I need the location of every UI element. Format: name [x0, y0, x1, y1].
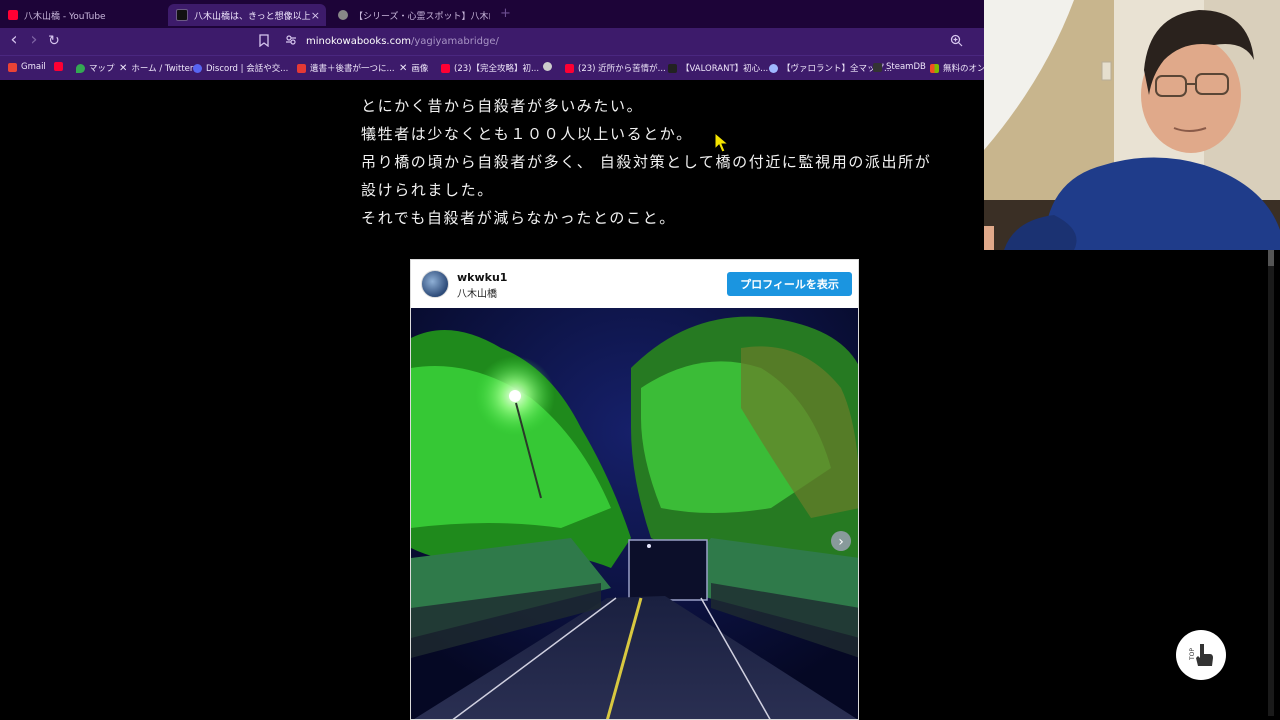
bookmark-valorant[interactable]: 【VALORANT】初心...	[668, 62, 768, 74]
back-icon[interactable]: ‹	[6, 29, 22, 50]
article-line: 設けられました。	[361, 181, 494, 199]
bookmark-gmail[interactable]: Gmail	[8, 62, 46, 72]
valorant-icon	[668, 63, 677, 73]
embed-username[interactable]: wkwku1	[457, 271, 507, 284]
bridge-night-photo: ›	[411, 308, 858, 719]
gmail-icon	[8, 62, 17, 72]
tab-title: 八木山橋は、きっと想像以上だ。 » /	[194, 11, 311, 22]
browser-window: 八木山橋 - YouTube 八木山橋は、きっと想像以上だ。 » / × 【シリ…	[0, 0, 984, 720]
bookmark-images[interactable]: ✕ 画像	[399, 62, 428, 75]
article-line: とにかく昔から自殺者が多いみたい。	[361, 97, 644, 115]
bookmark-twitter[interactable]: ✕ ホーム / Twitter	[119, 62, 193, 75]
tab-title: 【シリーズ・心霊スポット】八木山橋 | ソソ	[354, 11, 490, 22]
webcam-overlay	[984, 0, 1280, 250]
back-to-top-button[interactable]: TOP	[1176, 630, 1226, 680]
bookmark-kujou[interactable]: (23) 近所から苦情が...	[565, 62, 666, 74]
bookmark-kanzen-kouryaku[interactable]: (23)【完全攻略】初...	[441, 62, 539, 74]
reload-icon[interactable]: ↻	[46, 33, 62, 49]
article-line: 吊り橋の頃から自殺者が多く、 自殺対策として橋の付近に監視用の派出所が	[361, 153, 932, 171]
mouse-cursor-icon	[714, 132, 730, 153]
tab-sozo[interactable]: 【シリーズ・心霊スポット】八木山橋 | ソソ	[330, 4, 490, 26]
bookmark-icon[interactable]	[258, 34, 270, 50]
instagram-embed: wkwku1 八木山橋 プロフィールを表示 ›	[410, 259, 859, 720]
youtube-icon	[441, 63, 450, 73]
view-profile-button[interactable]: プロフィールを表示	[727, 272, 852, 296]
article-line: 犠牲者は少なくとも１００人以上いるとか。	[361, 125, 693, 143]
map-pin-icon	[76, 63, 85, 73]
bookmark-youtube[interactable]	[54, 62, 67, 71]
forward-icon[interactable]: ›	[26, 29, 42, 50]
bookmark-steamdb[interactable]: SteamDB	[873, 62, 926, 72]
globe-icon	[543, 62, 552, 71]
embed-location[interactable]: 八木山橋	[457, 285, 497, 300]
bookmark-discord[interactable]: Discord | 会話や交...	[193, 62, 288, 74]
x-icon: ✕	[399, 62, 408, 74]
zoom-icon[interactable]	[950, 34, 963, 50]
avatar[interactable]	[421, 270, 449, 298]
pointing-hand-icon: TOP	[1189, 644, 1213, 666]
url-path: /yagiyamabridge/	[410, 36, 499, 47]
book-icon	[297, 63, 306, 73]
tab-bar: 八木山橋 - YouTube 八木山橋は、きっと想像以上だ。 » / × 【シリ…	[0, 0, 984, 28]
tab-youtube[interactable]: 八木山橋 - YouTube	[0, 4, 166, 26]
site-favicon-icon	[176, 9, 188, 21]
url-domain: minokowabooks.com	[306, 36, 411, 47]
youtube-icon	[54, 62, 63, 71]
globe-favicon-icon	[338, 10, 348, 20]
discord-icon	[193, 63, 202, 73]
bookmarks-bar: Gmail マップ ✕ ホーム / Twitter Discord | 会話や交.…	[0, 55, 984, 80]
steamdb-icon	[873, 62, 882, 72]
site-info-icon[interactable]	[285, 34, 297, 49]
bookmark-maps[interactable]: マップ	[76, 62, 115, 74]
article-line: それでも自殺者が減らなかったとのこと。	[361, 209, 676, 227]
page-scrollbar[interactable]	[1268, 250, 1274, 716]
site-icon	[769, 63, 778, 73]
x-icon: ✕	[119, 62, 128, 74]
bookmark-free-online[interactable]: 無料のオンラ	[930, 62, 984, 74]
bookmark-isho[interactable]: 遺書＋後書が一つに...	[297, 62, 395, 74]
bookmark-globe[interactable]	[543, 62, 556, 71]
close-tab-icon[interactable]: ×	[311, 9, 320, 22]
scrollbar-thumb[interactable]	[1268, 250, 1274, 266]
new-tab-icon[interactable]: +	[500, 6, 511, 21]
tab-article[interactable]: 八木山橋は、きっと想像以上だ。 » / ×	[168, 4, 326, 26]
carousel-next-icon[interactable]: ›	[838, 534, 844, 550]
youtube-favicon-icon	[8, 10, 18, 20]
toolbar: ‹ › ↻ minokowabooks.com/yagiyamabridge/	[0, 28, 984, 55]
microsoft-icon	[930, 63, 939, 73]
address-bar[interactable]: minokowabooks.com/yagiyamabridge/	[306, 36, 499, 47]
tab-title: 八木山橋 - YouTube	[24, 11, 106, 22]
top-label: TOP	[1189, 648, 1196, 661]
webcam-feed	[984, 0, 1280, 250]
youtube-icon	[565, 63, 574, 73]
